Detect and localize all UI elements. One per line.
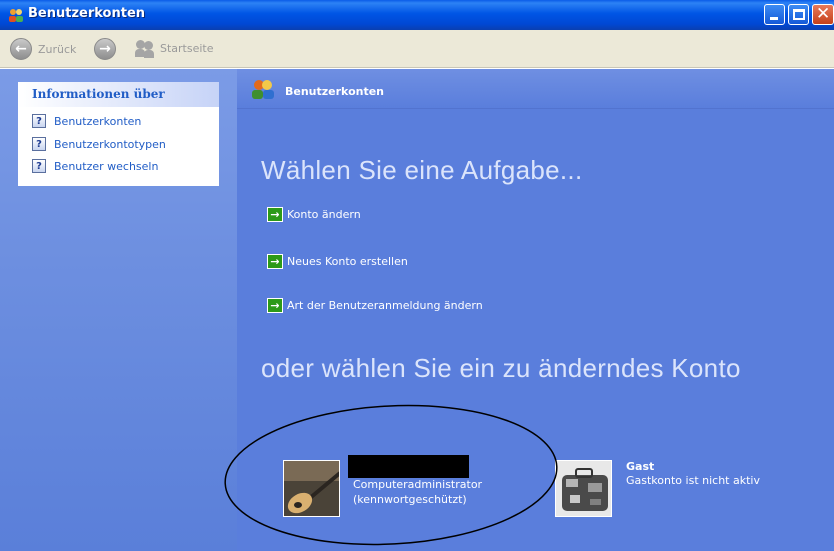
account-picture-guest[interactable]: [555, 460, 612, 517]
green-arrow-icon: →: [267, 298, 283, 313]
maximize-icon: [793, 9, 805, 20]
task-label: Konto ändern: [287, 208, 361, 221]
sidebar-link-benutzerkonten[interactable]: ? Benutzerkonten: [32, 114, 141, 128]
back-label: Zurück: [38, 42, 77, 56]
help-icon: ?: [32, 137, 46, 151]
suitcase-picture: [556, 461, 611, 516]
task-label: Neues Konto erstellen: [287, 255, 408, 268]
task-neues-konto[interactable]: → Neues Konto erstellen: [267, 254, 408, 269]
sidebar-link-label: Benutzer wechseln: [54, 159, 159, 173]
task-konto-aendern[interactable]: → Konto ändern: [267, 207, 361, 222]
task-label: Art der Benutzeranmeldung ändern: [287, 299, 483, 312]
title-bar: Benutzerkonten ✕: [0, 0, 834, 30]
forward-arrow-icon: →: [94, 38, 116, 60]
sidebar-link-kontotypen[interactable]: ? Benutzerkontotypen: [32, 137, 166, 151]
guest-account-status[interactable]: Gastkonto ist nicht aktiv: [626, 474, 760, 487]
account-name-redacted[interactable]: [348, 455, 469, 478]
sidebar: Informationen über ? Benutzerkonten ? Be…: [0, 69, 237, 551]
maximize-button[interactable]: [788, 4, 809, 25]
sidebar-link-label: Benutzerkontotypen: [54, 137, 166, 151]
sidebar-link-label: Benutzerkonten: [54, 114, 142, 128]
account-picture-admin[interactable]: [283, 460, 340, 517]
users-icon: [9, 9, 23, 22]
toolbar: ← Zurück → Startseite: [0, 30, 834, 68]
help-icon: ?: [32, 159, 46, 173]
info-panel-heading[interactable]: Informationen über: [18, 82, 219, 107]
users-home-icon: [134, 38, 156, 58]
content-header-title: Benutzerkonten: [285, 85, 385, 98]
content-header: Benutzerkonten: [237, 69, 834, 109]
green-arrow-icon: →: [267, 254, 283, 269]
green-arrow-icon: →: [267, 207, 283, 222]
info-panel: Informationen über ? Benutzerkonten ? Be…: [18, 82, 219, 186]
close-icon: ✕: [816, 4, 831, 24]
account-heading: oder wählen Sie ein zu änderndes Konto: [261, 353, 741, 383]
main-content: Benutzerkonten Wählen Sie eine Aufgabe..…: [237, 69, 834, 551]
task-heading: Wählen Sie eine Aufgabe...: [261, 155, 583, 185]
window-title: Benutzerkonten: [28, 6, 146, 21]
close-button[interactable]: ✕: [812, 4, 834, 25]
sidebar-link-benutzer-wechseln[interactable]: ? Benutzer wechseln: [32, 159, 158, 173]
guest-account-name[interactable]: Gast: [626, 460, 654, 473]
home-label: Startseite: [160, 41, 214, 55]
account-role[interactable]: Computeradministrator: [353, 478, 482, 491]
task-anmeldung-aendern[interactable]: → Art der Benutzeranmeldung ändern: [267, 298, 483, 313]
minimize-icon: [770, 17, 778, 20]
help-icon: ?: [32, 114, 46, 128]
minimize-button[interactable]: [764, 4, 785, 25]
guitar-picture: [284, 461, 339, 516]
back-button[interactable]: ← Zurück: [10, 38, 76, 60]
back-arrow-icon: ←: [10, 38, 32, 60]
home-button[interactable]: Startseite: [134, 38, 214, 58]
forward-button[interactable]: →: [94, 38, 116, 60]
users-icon: [252, 80, 274, 99]
account-status[interactable]: (kennwortgeschützt): [353, 493, 467, 506]
